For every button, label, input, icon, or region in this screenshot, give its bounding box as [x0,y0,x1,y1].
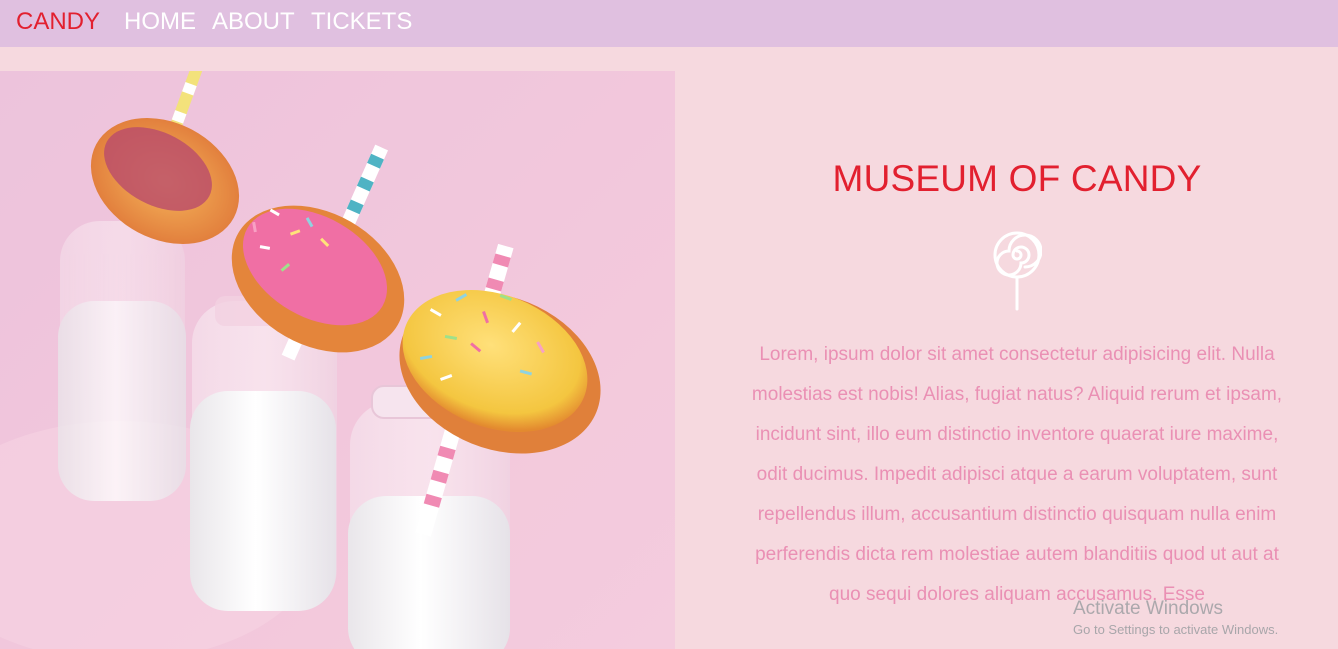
museum-info-section: MUSEUM OF CANDY Lorem, ipsum dolor sit a… [675,71,1338,649]
description-paragraph: Lorem, ipsum dolor sit amet consectetur … [751,344,1283,605]
nav-link-about[interactable]: ABOUT [212,8,295,36]
brand-logo-link[interactable]: CANDY [16,8,100,36]
donuts-on-milk-bottles-photo [0,71,675,649]
navbar: CANDY HOME ABOUT TICKETS [0,0,1338,47]
nav-link-home[interactable]: HOME [124,8,196,36]
lollipop-icon [993,231,1042,311]
hero-image [0,71,675,649]
page-title: MUSEUM OF CANDY [832,158,1202,199]
nav-link-tickets[interactable]: TICKETS [311,8,412,36]
